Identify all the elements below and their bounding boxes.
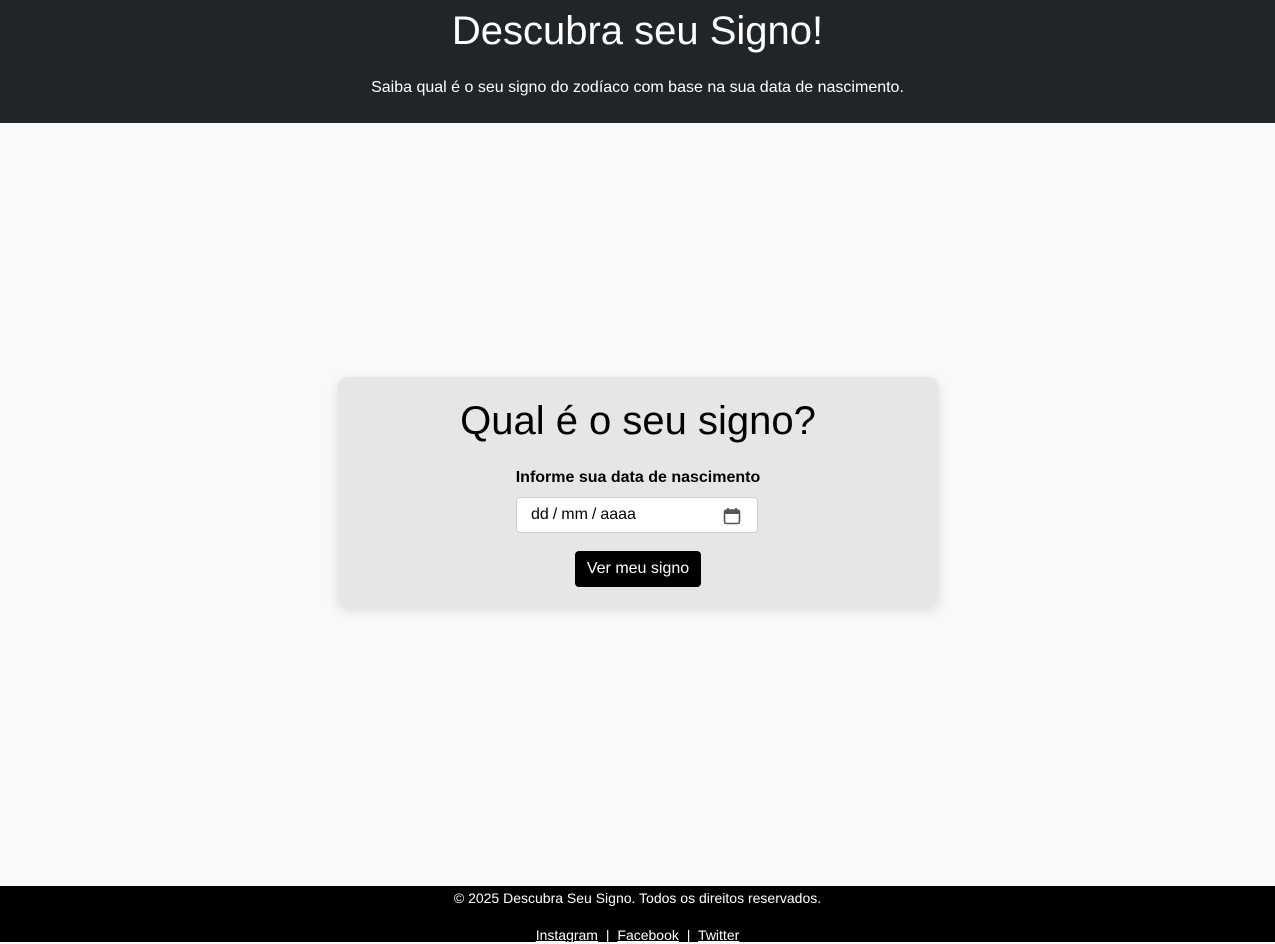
birthdate-label: Informe sua data de nascimento [515,469,761,486]
link-separator: | [686,927,691,943]
calendar-icon[interactable] [723,507,741,525]
submit-sign-button[interactable]: Ver meu signo [575,551,701,587]
copyright-text: © 2025 Descubra Seu Signo. Todos os dire… [453,890,822,906]
date-month-segment[interactable]: mm [561,506,588,524]
date-day-segment[interactable]: dd [531,506,549,524]
link-separator: | [605,927,610,943]
social-links: Instagram | Facebook | Twitter [0,926,1275,944]
date-year-segment[interactable]: aaaa [600,506,636,524]
date-separator: / [591,506,597,523]
form-title: Qual é o seu signo? [460,399,816,443]
instagram-link[interactable]: Instagram [536,927,598,943]
date-separator: / [552,506,558,523]
birthdate-input[interactable]: dd / mm / aaaa [516,497,758,533]
site-footer: © 2025 Descubra Seu Signo. Todos os dire… [0,886,1275,944]
page-title: Descubra seu Signo! [451,9,824,53]
twitter-link[interactable]: Twitter [698,927,739,943]
sign-form-card: Qual é o seu signo? Informe sua data de … [338,377,938,606]
page-subtitle: Saiba qual é o seu signo do zodíaco com … [371,79,904,96]
facebook-link[interactable]: Facebook [617,927,678,943]
site-header: Descubra seu Signo! Saiba qual é o seu s… [0,0,1275,123]
